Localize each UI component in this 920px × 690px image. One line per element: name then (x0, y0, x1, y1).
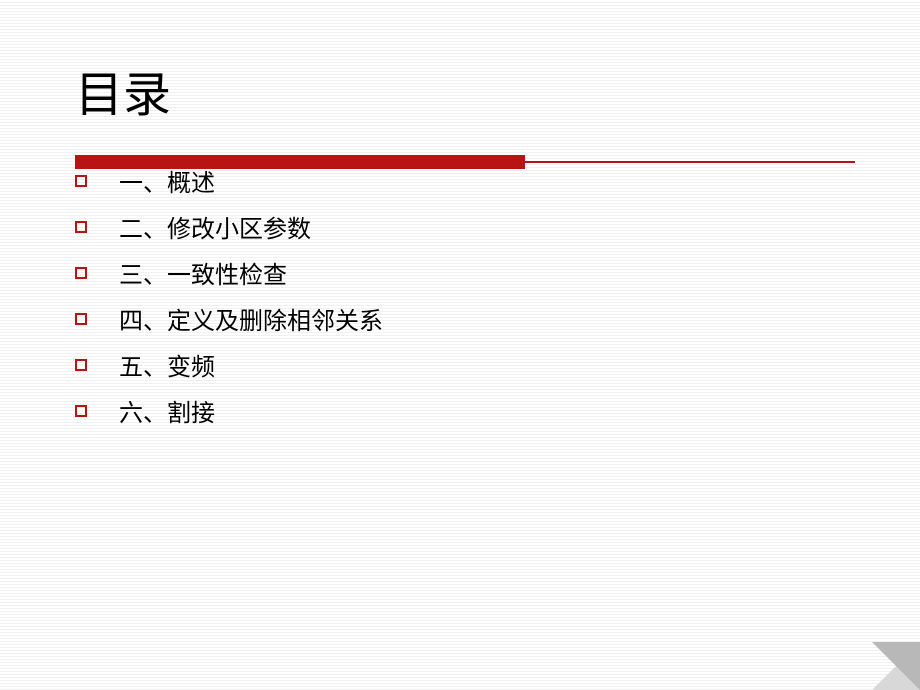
title-divider (75, 155, 845, 169)
list-item: 二、修改小区参数 (75, 209, 845, 244)
page-title: 目录 (75, 55, 845, 125)
slide-container: 目录 一、概述 二、修改小区参数 三、一致性检查 四、定义及删除相邻关系 五、变… (0, 0, 920, 690)
square-bullet-icon (75, 267, 87, 279)
list-item: 四、定义及删除相邻关系 (75, 301, 845, 336)
toc-list: 一、概述 二、修改小区参数 三、一致性检查 四、定义及删除相邻关系 五、变频 六… (75, 163, 845, 428)
square-bullet-icon (75, 221, 87, 233)
list-item-label: 六、割接 (119, 393, 215, 428)
divider-thick-bar (75, 155, 525, 169)
list-item: 五、变频 (75, 347, 845, 382)
list-item-label: 四、定义及删除相邻关系 (119, 301, 383, 336)
square-bullet-icon (75, 313, 87, 325)
list-item: 三、一致性检查 (75, 255, 845, 290)
list-item-label: 二、修改小区参数 (119, 209, 311, 244)
list-item: 六、割接 (75, 393, 845, 428)
square-bullet-icon (75, 175, 87, 187)
square-bullet-icon (75, 359, 87, 371)
list-item-label: 五、变频 (119, 347, 215, 382)
square-bullet-icon (75, 405, 87, 417)
page-corner-fold-icon (872, 642, 920, 690)
list-item-label: 三、一致性检查 (119, 255, 287, 290)
